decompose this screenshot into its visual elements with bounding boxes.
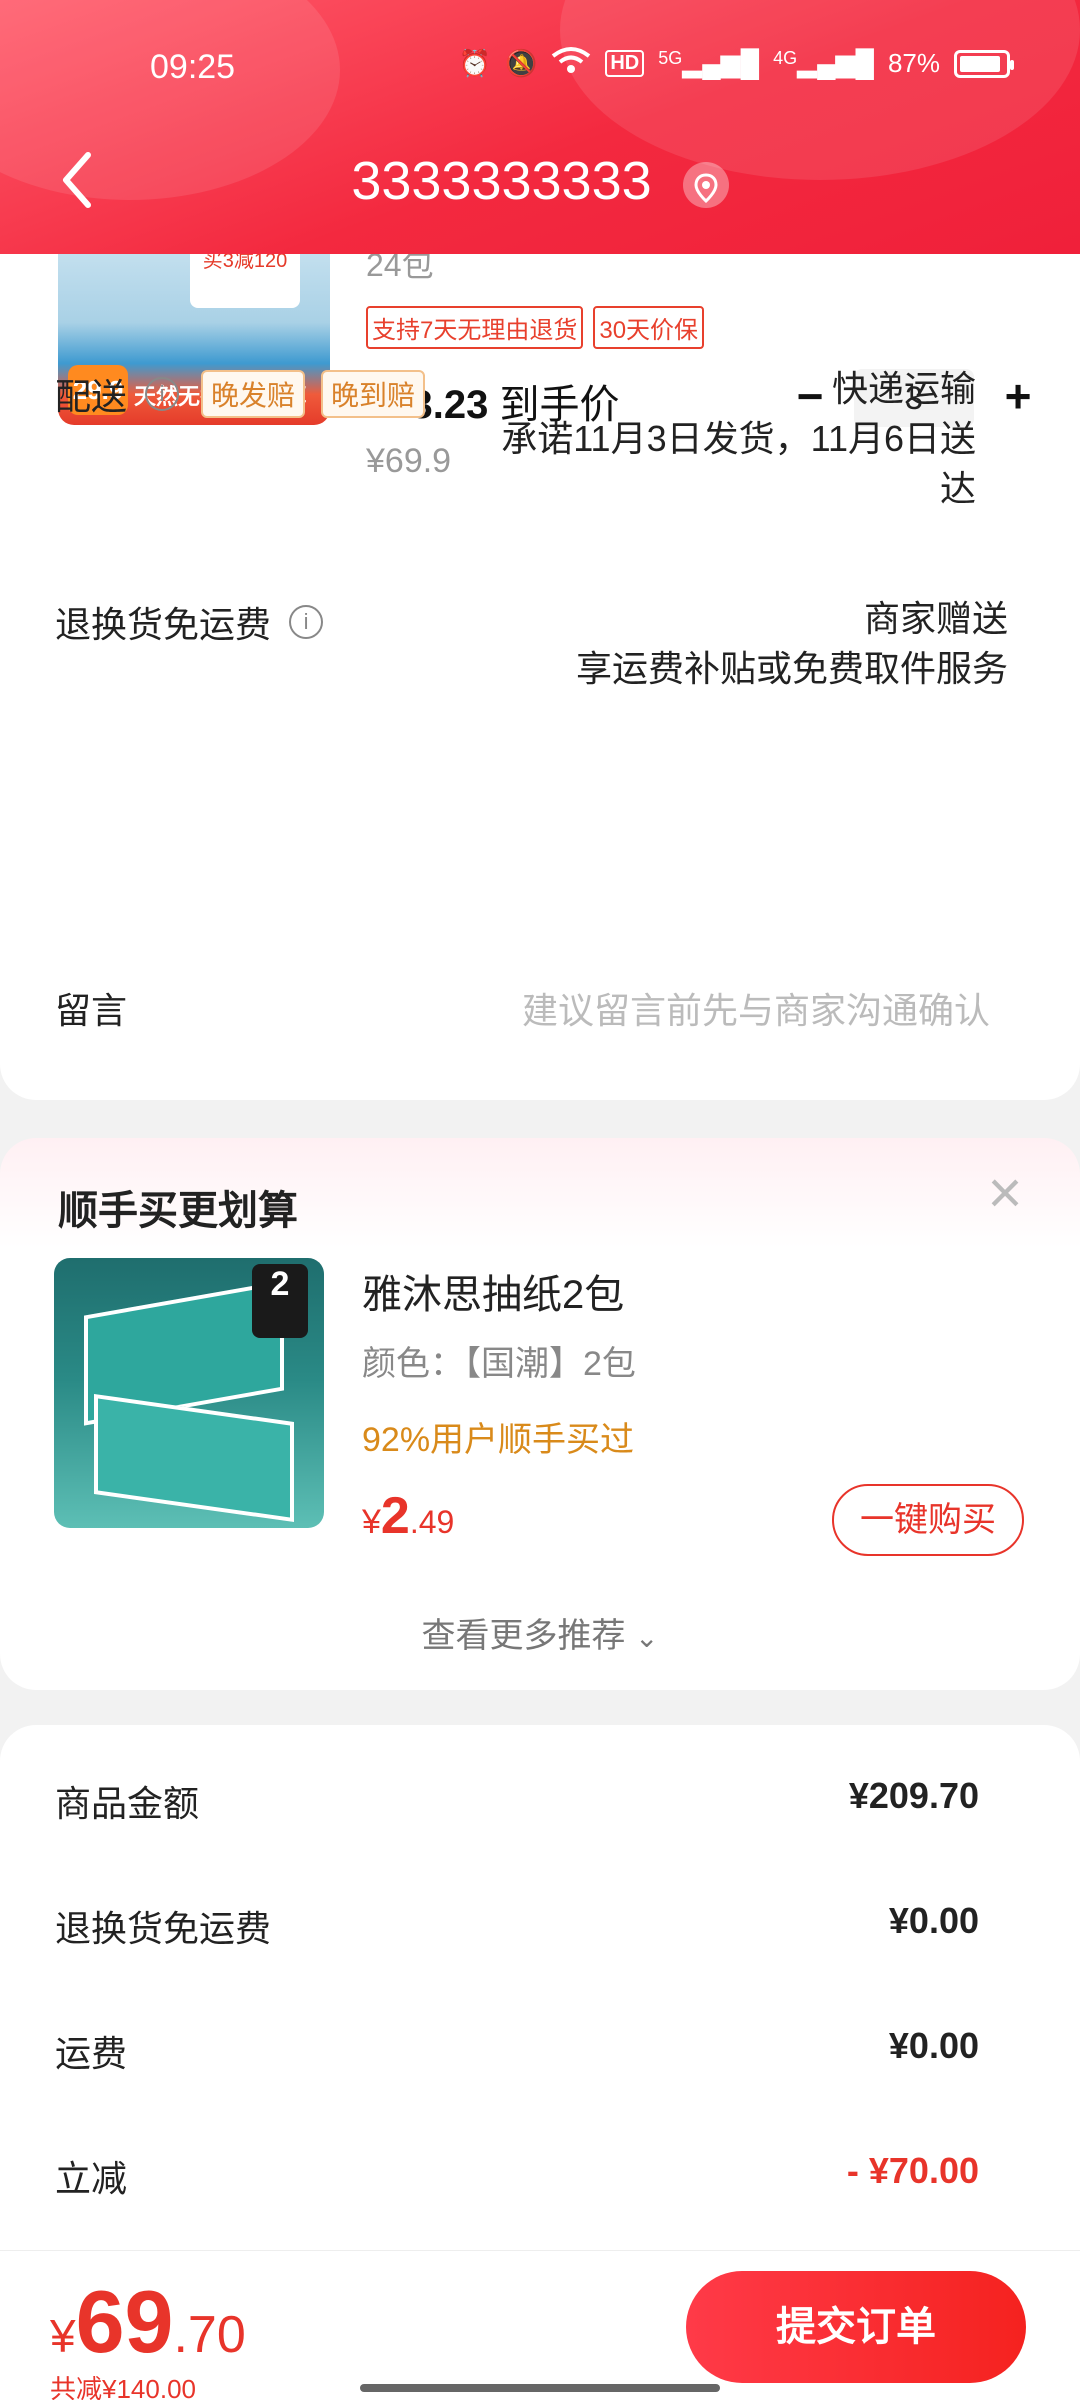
total-symbol: ¥ [50,2310,76,2362]
battery-percent: 87% [887,48,940,78]
summary-label: 退换货免运费 [55,1908,272,1949]
location-pin-icon[interactable] [682,161,729,208]
recommend-price-dec: .49 [409,1504,455,1540]
submit-order-button[interactable]: 提交订单 [686,2271,1026,2383]
summary-row-goods: 商品金额 ¥209.70 [55,1775,979,1827]
delivery-method: 快递运输 [831,368,976,409]
battery-icon [954,49,1014,78]
delivery-promise-1: 承诺11月3日发货，11月6日送 [501,418,976,459]
mute-icon: 🔕 [504,48,538,78]
recommend-bought-percent: 92%用户顺手买过 [362,1421,635,1459]
chevron-down-icon: ⌄ [634,1622,659,1653]
tag-late-arrive: 晚到赔 [321,370,426,418]
summary-label: 商品金额 [55,1783,200,1824]
order-item-card: 买3减120 29.9 天然无香 4层加厚 24包 支持7天无理由退货 30天价… [0,220,1080,1100]
return-shipping-value-2: 享运费补贴或免费取件服务 [575,648,1008,689]
top-header: 09:25 ⏰ 🔕 HD 5G▂▄▆█ 4G▂▄▆█ 87% 333333333… [0,0,1080,254]
hd-icon: HD [605,50,645,77]
recommend-price-symbol: ¥ [362,1503,381,1541]
return-shipping-value-1: 商家赠送 [863,598,1008,639]
close-icon[interactable]: × [980,1163,1030,1223]
summary-value: ¥0.00 [888,1900,979,1941]
summary-label: 立减 [55,2158,128,2199]
increase-quantity-button[interactable]: + [988,368,1048,428]
return-shipping-detail: 商家赠送 享运费补贴或免费取件服务 [576,594,1008,694]
delivery-promise-2: 达 [939,468,976,509]
summary-label: 运费 [55,2033,128,2074]
tissue-box-graphic [94,1393,294,1523]
pack-count: 2 [270,1265,290,1303]
summary-value: - ¥70.00 [846,2150,979,2191]
network-5g-label: 5G [658,48,683,68]
tag-late-ship: 晚发赔 [201,370,306,418]
original-price: ¥69.9 [366,442,452,480]
view-more-recommend[interactable]: 查看更多推荐 ⌄ [0,1608,1080,1657]
total-price: ¥69.70 [50,2271,246,2373]
summary-row-return: 退换货免运费 ¥0.00 [55,1900,979,1952]
page-title: 3333333333 [0,150,1080,212]
message-label: 留言 [55,990,128,1031]
total-dec: .70 [173,2306,246,2364]
summary-row-discount: 立减 - ¥70.00 [55,2150,979,2202]
summary-value: ¥209.70 [848,1775,979,1816]
recommend-price: ¥2.49 [362,1486,454,1546]
message-input[interactable]: 建议留言前先与商家沟通确认 [522,982,990,1034]
status-bar: 09:25 ⏰ 🔕 HD 5G▂▄▆█ 4G▂▄▆█ 87% [0,40,1080,100]
recommend-card: 顺手买更划算 × 2 雅沐思抽纸2包 颜色：【国潮】2包 92%用户顺手买过 ¥… [0,1138,1080,1690]
home-indicator[interactable] [360,2384,720,2392]
delivery-label-group: 配送 i 晚发赔 晚到赔 [55,368,426,420]
alarm-icon: ⏰ [458,48,491,78]
delivery-detail[interactable]: 快递运输 承诺11月3日发货，11月6日送 达 [501,364,976,514]
delivery-info-icon[interactable]: i [145,377,180,411]
total-saved: 共减¥140.00 [50,2374,196,2400]
total-int: 69 [75,2272,174,2371]
return-shipping-label: 退换货免运费 [55,604,272,645]
title-text: 3333333333 [351,151,652,211]
product-tags: 支持7天无理由退货 30天价保 [366,306,705,349]
signal-5g-icon: 5G▂▄▆█ [658,48,760,78]
return-shipping-info-icon[interactable]: i [289,605,324,639]
summary-row-shipping: 运费 ¥0.00 [55,2025,979,2077]
wifi-icon [551,46,591,81]
summary-value: ¥0.00 [888,2025,979,2066]
status-icons: ⏰ 🔕 HD 5G▂▄▆█ 4G▂▄▆█ 87% [458,46,1014,81]
tag-7day-return: 支持7天无理由退货 [366,306,584,349]
recommend-product-name: 雅沐思抽纸2包 [362,1273,625,1317]
signal-4g-icon: 4G▂▄▆█ [773,48,874,78]
recommend-price-int: 2 [380,1487,410,1545]
checkout-bar: ¥69.70 共减¥140.00 提交订单 [0,2250,1080,2400]
pack-count-badge: 2 [252,1264,308,1338]
one-click-buy-button[interactable]: 一键购买 [832,1484,1024,1556]
recommend-title: 顺手买更划算 [58,1189,298,1233]
return-shipping-row: 退换货免运费 i [55,596,324,648]
status-time: 09:25 [150,48,236,86]
network-4g-label: 4G [773,48,798,68]
view-more-label: 查看更多推荐 [421,1617,626,1655]
recommend-product-color: 颜色：【国潮】2包 [362,1345,636,1383]
tag-price-protect: 30天价保 [593,306,705,349]
recommend-product-image[interactable]: 2 [54,1258,324,1528]
